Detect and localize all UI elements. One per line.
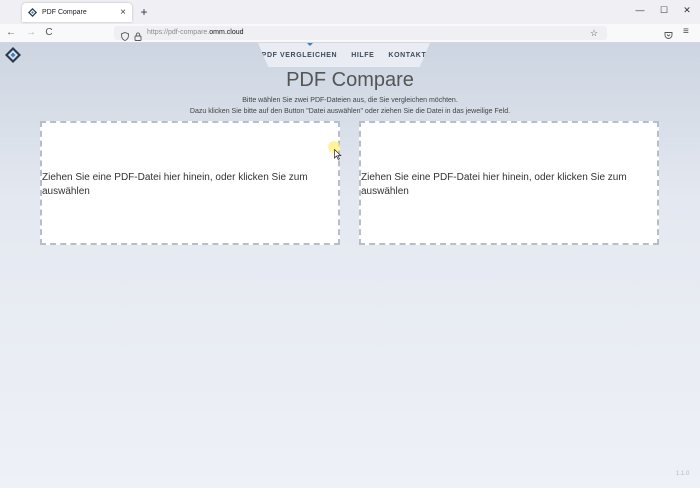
close-window-button[interactable]: ✕ (679, 5, 695, 16)
minimize-button[interactable]: — (632, 5, 648, 15)
bookmark-star-icon[interactable]: ☆ (590, 26, 598, 40)
diamond-logo-icon (27, 8, 37, 18)
dropzone-right[interactable]: Ziehen Sie eine PDF-Datei hier hinein, o… (359, 121, 659, 245)
new-tab-button[interactable]: + (137, 4, 151, 20)
browser-toolbar: ← → C https://pdf-compare.omm.cloud ☆ ≡ (0, 24, 700, 43)
nav-pdf-vergleichen[interactable]: PDF VERGLEICHEN (262, 52, 338, 59)
back-button[interactable]: ← (5, 26, 17, 40)
version-label: 1.1.0 (676, 471, 690, 477)
forward-button[interactable]: → (25, 26, 37, 40)
maximize-button[interactable]: ☐ (656, 5, 672, 16)
browser-tab-bar: PDF Compare × + — ☐ ✕ (0, 0, 700, 24)
tab-close-icon[interactable]: × (117, 7, 129, 18)
dropzone-left-text: Ziehen Sie eine PDF-Datei hier hinein, o… (42, 172, 308, 197)
site-logo-icon[interactable] (5, 47, 21, 68)
page-content: PDF VERGLEICHEN HILFE KONTAKT PDF Compar… (0, 43, 700, 488)
nav-kontakt[interactable]: KONTAKT (388, 52, 426, 59)
url-domain: omm.cloud (209, 29, 244, 36)
reload-button[interactable]: C (43, 26, 55, 40)
app-menu-button[interactable]: ≡ (683, 25, 689, 39)
page-title: PDF Compare (286, 69, 414, 91)
active-nav-marker (307, 43, 313, 46)
main-navigation: PDF VERGLEICHEN HILFE KONTAKT (258, 43, 430, 67)
dropzone-left[interactable]: Ziehen Sie eine PDF-Datei hier hinein, o… (40, 121, 340, 245)
tab-title: PDF Compare (42, 9, 87, 16)
dropzone-right-text: Ziehen Sie eine PDF-Datei hier hinein, o… (361, 172, 627, 197)
browser-tab[interactable]: PDF Compare × (22, 3, 132, 22)
mouse-pointer-icon (334, 147, 342, 165)
url-bar[interactable]: https://pdf-compare.omm.cloud ☆ (114, 26, 607, 41)
intro-line-1: Bitte wählen Sie zwei PDF-Dateien aus, d… (242, 97, 458, 104)
url-text[interactable]: https://pdf-compare.omm.cloud (147, 27, 244, 39)
intro-line-2: Dazu klicken Sie bitte auf den Button "D… (189, 108, 511, 115)
nav-hilfe[interactable]: HILFE (351, 52, 374, 59)
